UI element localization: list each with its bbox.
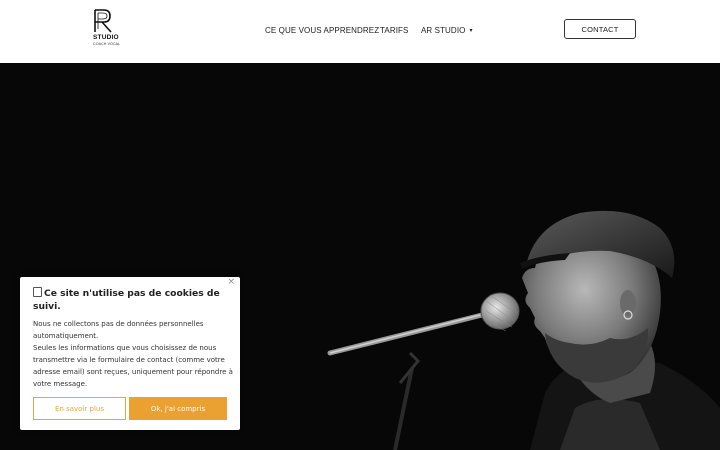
- nav-item-tarifs[interactable]: TARIFS: [380, 26, 408, 35]
- learn-more-button[interactable]: En savoir plus: [33, 397, 126, 420]
- accept-cookies-button[interactable]: Ok, j'ai compris: [129, 397, 227, 420]
- cookie-body: Nous ne collectons pas de données person…: [33, 318, 233, 390]
- close-icon[interactable]: ×: [227, 277, 235, 287]
- site-logo[interactable]: STUDIO COACH VOCAL: [91, 9, 125, 49]
- cookie-icon: [33, 287, 42, 297]
- nav-item-ar-studio-label: AR STUDIO: [421, 26, 466, 35]
- site-header: STUDIO COACH VOCAL CE QUE VOUS APPRENDRE…: [0, 0, 720, 63]
- logo-tagline: COACH VOCAL: [93, 42, 121, 46]
- cookie-title: Ce site n'utilise pas de cookies de suiv…: [33, 287, 233, 313]
- cookie-paragraph-1: Nous ne collectons pas de données person…: [33, 320, 204, 340]
- nav-item-ar-studio[interactable]: AR STUDIO ▾: [421, 26, 473, 35]
- cookie-paragraph-2: Seules les informations que vous choisis…: [33, 344, 233, 388]
- chevron-down-icon: ▾: [469, 28, 473, 34]
- nav-item-apprendrez[interactable]: CE QUE VOUS APPRENDREZ: [265, 26, 379, 35]
- cookie-banner: × Ce site n'utilise pas de cookies de su…: [20, 277, 240, 430]
- contact-button[interactable]: CONTACT: [564, 19, 636, 39]
- cookie-title-text: Ce site n'utilise pas de cookies de suiv…: [33, 288, 220, 312]
- logo-name: STUDIO: [93, 34, 119, 41]
- logo-r-icon: [94, 9, 112, 33]
